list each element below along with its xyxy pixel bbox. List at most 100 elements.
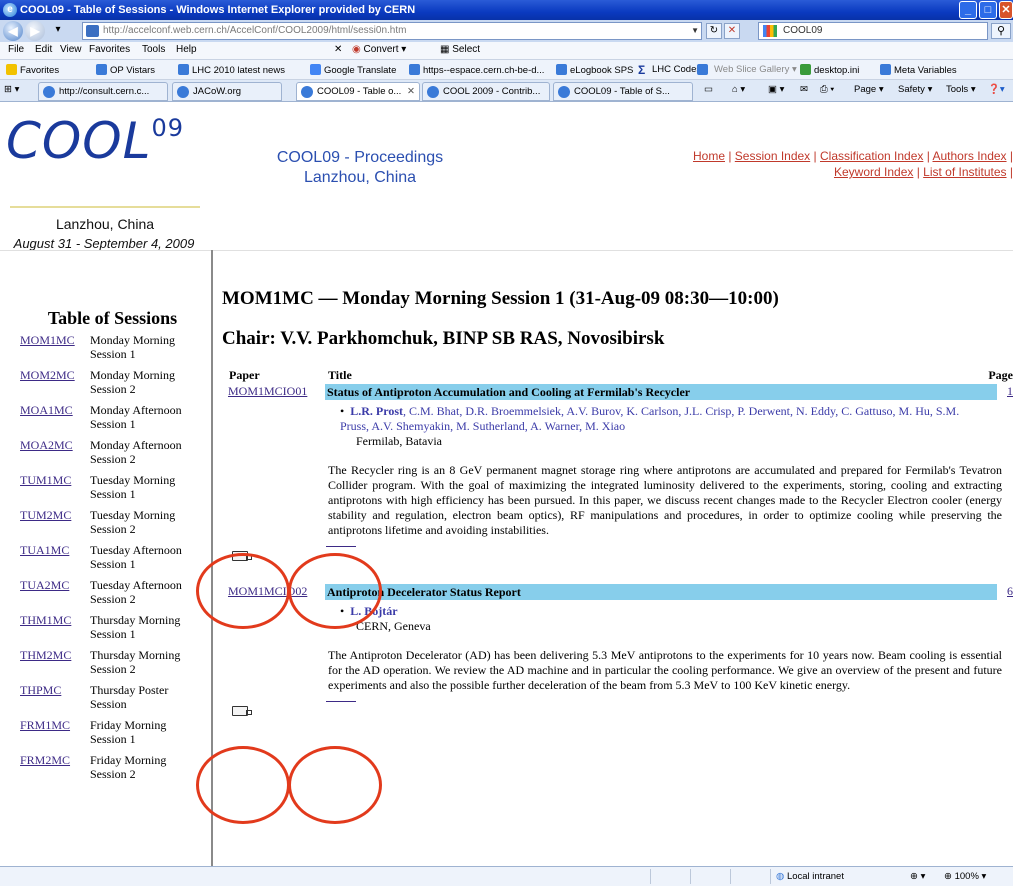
help-icon[interactable]: ❓▾ — [988, 84, 1005, 95]
tab-cool09-active[interactable]: COOL09 - Table o... ✕ — [296, 82, 420, 101]
menu-tools[interactable]: Tools — [142, 44, 165, 55]
back-button[interactable]: ◀ — [3, 21, 23, 41]
pdf-download-icon[interactable] — [232, 706, 252, 716]
link-authors-index[interactable]: Authors Index — [933, 149, 1007, 163]
menu-view[interactable]: View — [60, 44, 82, 55]
mail-icon[interactable]: ✉ — [800, 84, 808, 95]
close-toolbar-icon[interactable]: ✕ — [334, 44, 342, 55]
link-home[interactable]: Home — [693, 149, 725, 163]
search-input[interactable]: COOL09 — [758, 22, 988, 40]
select-button[interactable]: ▦ Select — [440, 44, 480, 55]
forward-button[interactable]: ▶ — [25, 21, 45, 41]
tab-cool2009-contrib[interactable]: COOL 2009 - Contrib... — [422, 82, 550, 101]
ie-page-icon — [409, 64, 420, 75]
ie-page-icon — [178, 64, 189, 75]
select-icon: ▦ — [440, 44, 450, 55]
link-session-index[interactable]: Session Index — [735, 149, 810, 163]
refresh-icon[interactable]: ↻ — [706, 23, 722, 39]
session-item: FRM2MC Friday Morning Session 2 — [20, 753, 167, 781]
top-nav-links: Home | Session Index | Classification In… — [692, 149, 1013, 179]
session-link[interactable]: MOM2MC — [20, 368, 90, 396]
zoom-control[interactable]: ⊕ 100% ▾ — [944, 871, 986, 882]
session-link[interactable]: THPMC — [20, 683, 90, 711]
tab-cool09-table[interactable]: COOL09 - Table of S... — [553, 82, 693, 101]
session-item: FRM1MC Friday Morning Session 1 — [20, 718, 167, 746]
paper-abstract: The Recycler ring is an 8 GeV permanent … — [328, 463, 1002, 537]
menu-favorites[interactable]: Favorites — [89, 44, 130, 55]
ie-page-icon — [43, 86, 55, 98]
session-link[interactable]: TUA1MC — [20, 543, 90, 571]
session-link[interactable]: MOA2MC — [20, 438, 90, 466]
chevron-down-icon[interactable]: ▼ — [691, 23, 699, 39]
protected-mode-icon[interactable]: ⊕ ▾ — [910, 871, 925, 882]
download-link[interactable] — [326, 546, 356, 547]
ie-page-icon — [880, 64, 891, 75]
session-link[interactable]: THM2MC — [20, 648, 90, 676]
new-tab-icon[interactable]: ▭ — [704, 84, 713, 95]
tab-jacow[interactable]: JACoW.org — [172, 82, 282, 101]
fav-item-desktop-ini[interactable]: desktop.ini — [800, 64, 859, 76]
fav-item-lhc-news[interactable]: LHC 2010 latest news — [178, 64, 285, 76]
fav-item-op-vistars[interactable]: OP Vistars — [96, 64, 155, 76]
menu-edit[interactable]: Edit — [35, 44, 52, 55]
session-link[interactable]: TUA2MC — [20, 578, 90, 606]
quick-tabs-icon[interactable]: ⊞ ▾ — [4, 84, 19, 95]
fav-item-espace[interactable]: https--espace.cern.ch-be-d... — [409, 64, 544, 76]
feeds-icon[interactable]: ▣ ▾ — [768, 84, 784, 95]
page-menu[interactable]: Page ▾ — [854, 84, 884, 95]
menu-file[interactable]: File — [8, 44, 24, 55]
tools-menu[interactable]: Tools ▾ — [946, 84, 976, 95]
fav-item-lhc-codes[interactable]: Σ LHC Codes — [638, 64, 701, 76]
tab-consult[interactable]: http://consult.cern.c... — [38, 82, 168, 101]
close-button[interactable]: ✕ — [999, 1, 1013, 19]
ie-page-icon — [427, 86, 439, 98]
paper-page-link[interactable]: 6 — [1007, 584, 1013, 599]
session-item: MOM1MC Monday Morning Session 1 — [20, 333, 175, 361]
minimize-button[interactable]: _ — [959, 1, 977, 19]
session-main: MOM1MC — Monday Morning Session 1 (31-Au… — [222, 288, 1013, 733]
status-bar: ◍ Local intranet ⊕ ▾ ⊕ 100% ▾ — [0, 866, 1013, 886]
link-list-of-institutes[interactable]: List of Institutes — [923, 165, 1006, 179]
maximize-button[interactable]: □ — [979, 1, 997, 19]
conference-dates: August 31 - September 4, 2009 — [13, 236, 195, 251]
paper-authors: • L.R. Prost, C.M. Bhat, D.R. Broemmelsie… — [340, 404, 960, 433]
session-link[interactable]: MOM1MC — [20, 333, 90, 361]
session-link[interactable]: FRM2MC — [20, 753, 90, 781]
home-icon[interactable]: ⌂ ▾ — [732, 84, 745, 95]
fav-item-web-slice-gallery[interactable]: Web Slice Gallery ▾ — [714, 64, 797, 75]
print-icon[interactable]: ⎙ ▾ — [820, 84, 834, 95]
search-button[interactable]: ⚲ — [991, 23, 1011, 39]
presenter-name: L.R. Prost — [350, 404, 403, 418]
link-classification-index[interactable]: Classification Index — [820, 149, 923, 163]
link-keyword-index[interactable]: Keyword Index — [834, 165, 913, 179]
security-zone[interactable]: ◍ Local intranet — [776, 871, 844, 882]
address-input[interactable]: http://accelconf.web.cern.ch/AccelConf/C… — [82, 22, 702, 40]
ie-page-icon — [556, 64, 567, 75]
menu-help[interactable]: Help — [176, 44, 197, 55]
safety-menu[interactable]: Safety ▾ — [898, 84, 932, 95]
session-link[interactable]: MOA1MC — [20, 403, 90, 431]
session-item: MOA2MC Monday Afternoon Session 2 — [20, 438, 182, 466]
header-divider — [0, 250, 1013, 251]
window-title-bar: e COOL09 - Table of Sessions - Windows I… — [0, 0, 1013, 20]
google-icon — [763, 25, 777, 37]
favorites-button[interactable]: Favorites — [6, 64, 59, 76]
session-link[interactable]: FRM1MC — [20, 718, 90, 746]
paper-page-link[interactable]: 1 — [1007, 384, 1013, 399]
session-link[interactable]: TUM1MC — [20, 473, 90, 501]
close-tab-icon[interactable]: ✕ — [407, 83, 415, 100]
tab-bar: ⊞ ▾ http://consult.cern.c... JACoW.org C… — [0, 80, 1013, 102]
session-item: THPMC Thursday Poster Session — [20, 683, 169, 711]
site-favicon-icon — [558, 86, 570, 98]
history-dropdown-icon[interactable]: ▾ — [50, 23, 66, 39]
fav-item-meta-variables[interactable]: Meta Variables — [880, 64, 957, 76]
convert-button[interactable]: ◉ Convert ▾ — [352, 44, 406, 55]
paper-id-link[interactable]: MOM1MCIO01 — [228, 384, 307, 399]
fav-item-google-translate[interactable]: Google Translate — [310, 64, 396, 76]
sigma-icon: Σ — [638, 63, 646, 77]
session-link[interactable]: THM1MC — [20, 613, 90, 641]
fav-item-elogbook[interactable]: eLogbook SPS — [556, 64, 633, 76]
session-link[interactable]: TUM2MC — [20, 508, 90, 536]
stop-icon[interactable]: ✕ — [724, 23, 740, 39]
download-link[interactable] — [326, 701, 356, 702]
